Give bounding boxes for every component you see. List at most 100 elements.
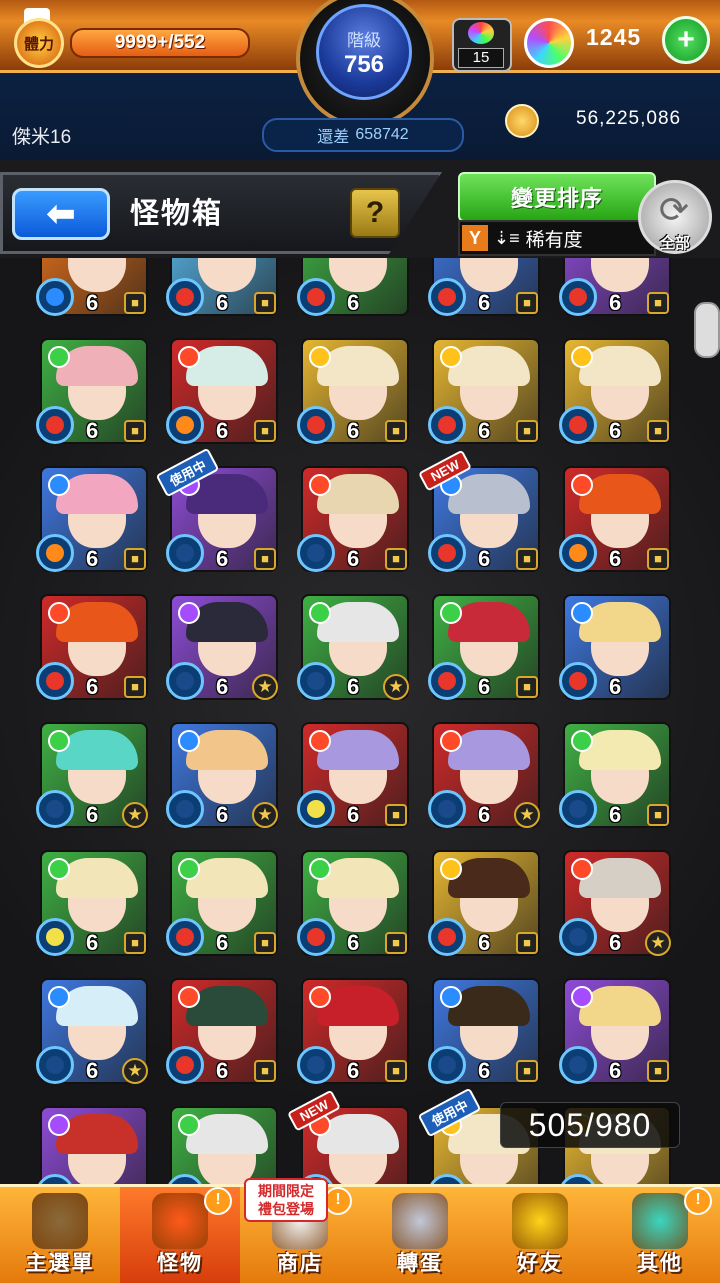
element-icon [440,986,462,1008]
monster-card[interactable]: 6 ■ [36,466,148,572]
monster-card[interactable]: 6 ■ [428,338,540,444]
monster-card[interactable]: 6 ■ [166,258,278,316]
nav-item-1[interactable]: 主選單 [0,1187,120,1283]
fruit-bubble-icon [166,1046,204,1084]
monster-card[interactable]: 6 ■ [559,978,671,1084]
lock-icon: ■ [254,292,276,314]
monster-grid[interactable]: 6 ■ 6 ■ 6 6 ■ 6 ■ 6 ■ 6 ■ 6 ■ 6 ■ 6 ■ 6 ■ 6 ■ 使用中 6 ■ 6 ■ NEW 6 ■ 6 ■ 6 ★ 6… [0,258,720,1184]
help-button[interactable]: ? [350,188,400,238]
element-icon [48,1114,70,1136]
element-icon [48,986,70,1008]
rank-badge[interactable]: 階級 756 [288,0,434,128]
monster-card[interactable]: 6 ■ [297,850,409,956]
promo-line-1: 期間限定 [258,1183,314,1199]
monster-card[interactable]: 6 ★ [428,722,540,828]
monster-face [591,258,649,292]
back-button[interactable]: ⬅ [12,188,110,240]
monster-card[interactable]: 6 ■ [297,466,409,572]
monster-card[interactable]: 6 ★ [166,594,278,700]
monster-card[interactable]: 6 ■ [166,338,278,444]
fruit-bubble-icon [166,278,204,316]
monster-level: 6 [86,674,99,699]
nav-item-5[interactable]: 好友 [480,1187,600,1283]
fruit-icon [569,672,587,690]
fruit-bubble-icon [297,790,335,828]
coin-icon [505,104,539,138]
fruit-bubble-icon [428,278,466,316]
bottom-nav: 主選單 怪物! 商店! 轉蛋 好友 其他! [0,1184,720,1283]
nav-label: 怪物 [157,1252,203,1275]
nav-item-4[interactable]: 轉蛋 [360,1187,480,1283]
monster-card[interactable]: 6 ■ [428,258,540,316]
monster-card[interactable]: 6 ■ [36,594,148,700]
monster-card[interactable]: 6 ■ [297,722,409,828]
promo-line-2: 禮包登場 [258,1201,314,1217]
all-toggle-button[interactable]: ⟳ 全部 [638,180,712,254]
lock-icon: ■ [516,292,538,314]
fruit-icon [569,928,587,946]
monster-card[interactable]: 6 ■ 使用中 [155,447,278,572]
element-icon [48,602,70,624]
fruit-bubble-icon [297,534,335,572]
nav-item-6[interactable]: 其他! [600,1187,720,1283]
nav-label: 轉蛋 [397,1252,443,1275]
monster-card[interactable]: 6 ★ [36,722,148,828]
monster-card[interactable] [36,1106,148,1184]
monster-card[interactable]: 6 ■ [428,978,540,1084]
monster-card[interactable]: 6 ■ [559,466,671,572]
monster-card[interactable]: 6 ■ [36,850,148,956]
monster-card[interactable]: 6 ★ [36,978,148,1084]
monster-card[interactable]: 6 ★ [166,722,278,828]
stamina-bar[interactable]: 9999+/552 [70,28,250,58]
monster-card[interactable]: 6 ■ [36,338,148,444]
lock-icon: ■ [254,932,276,954]
fruit-icon [569,416,587,434]
sort-indicator[interactable]: Y ⇣≡ 稀有度 [458,220,656,256]
favorite-star-icon: ★ [122,1058,148,1084]
monster-card[interactable]: 6 ★ [297,594,409,700]
monster-card[interactable]: 6 [297,258,409,316]
monster-card[interactable]: 6 ■ [166,978,278,1084]
fruit-bubble-icon [559,278,597,316]
monster-card[interactable]: 6 ■ NEW [418,449,540,572]
monster-card[interactable]: 6 ■ [166,850,278,956]
monster-card[interactable]: 6 ■ [428,850,540,956]
change-sort-button[interactable]: 變更排序 [458,172,656,222]
favorite-star-icon: ★ [252,674,278,700]
lock-icon: ■ [647,548,669,570]
monster-card[interactable]: 6 ■ [559,338,671,444]
fruit-bubble-icon [559,1046,597,1084]
monster-card[interactable]: 6 ■ [36,258,148,316]
favorite-star-icon: ★ [514,802,540,828]
monster-card[interactable]: 6 ■ [297,338,409,444]
fruit-icon [46,544,64,562]
orb-box-icon[interactable]: 15 [452,18,512,72]
rank-value: 756 [343,50,385,78]
monster-card[interactable] [166,1106,278,1184]
monster-card[interactable]: 6 ■ [559,722,671,828]
fruit-icon [46,416,64,434]
limited-offer-banner[interactable]: 期間限定 禮包登場 [244,1178,328,1222]
monster-level: 6 [609,418,622,443]
fruit-icon [307,416,325,434]
monster-card[interactable]: 6 ■ [297,978,409,1084]
monster-card[interactable]: 6 ★ [559,850,671,956]
fruit-bubble-icon [559,662,597,700]
nav-icon [512,1193,568,1249]
fruit-bubble-icon [297,406,335,444]
monster-level: 6 [86,418,99,443]
element-icon [48,346,70,368]
monster-card[interactable]: 6 ■ [559,258,671,316]
nav-item-2[interactable]: 怪物! [120,1187,240,1283]
monster-level: 6 [347,930,360,955]
monster-level: 6 [216,290,229,315]
lock-icon: ■ [254,1060,276,1082]
buy-gems-button[interactable]: + [662,16,710,64]
monster-card[interactable]: 6 [559,594,671,700]
monster-card[interactable]: NEW [287,1089,409,1184]
scrollbar-handle[interactable] [694,302,720,358]
fruit-icon [569,544,587,562]
filter-icon[interactable]: Y [462,225,488,251]
monster-card[interactable]: 6 ■ [428,594,540,700]
fruit-icon [46,800,64,818]
